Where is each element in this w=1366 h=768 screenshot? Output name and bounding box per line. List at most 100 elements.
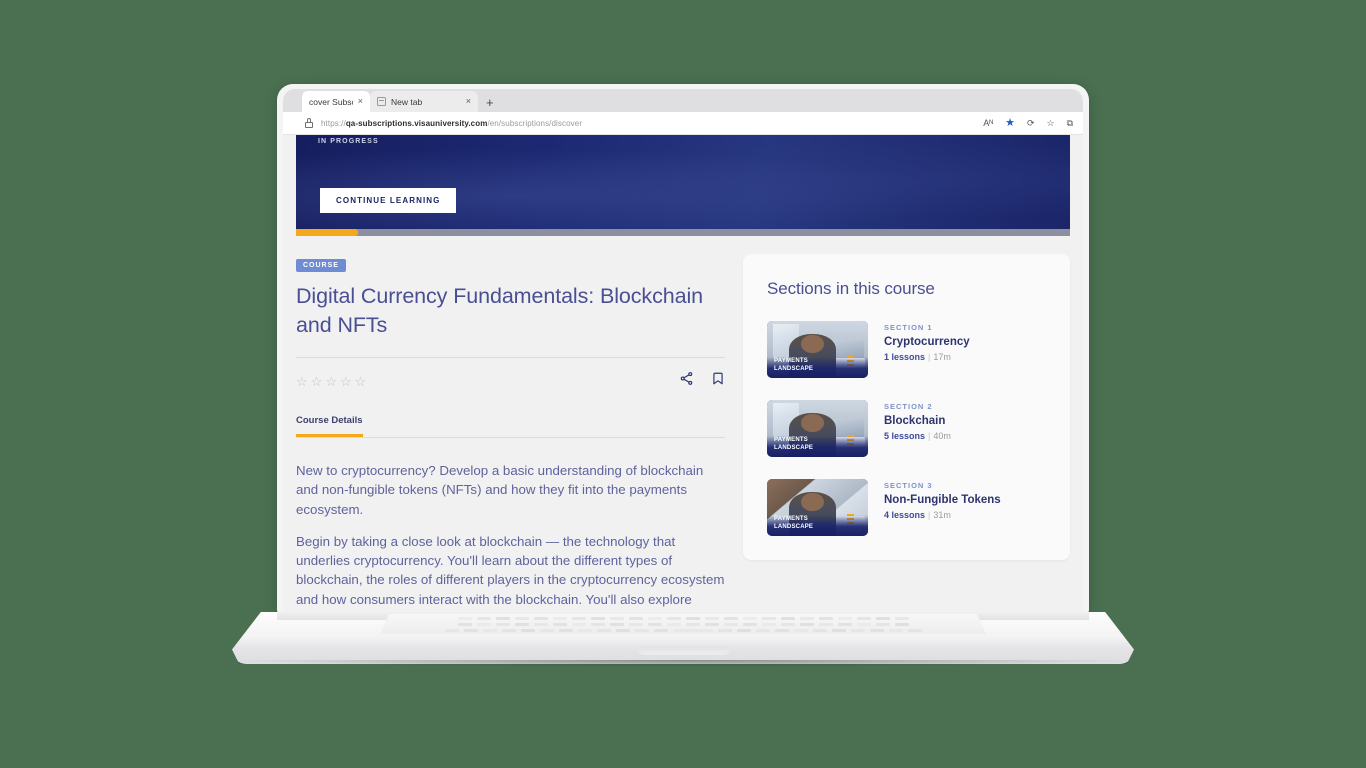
rating-star-1[interactable]: ☆ (296, 375, 308, 388)
course-action-icons (679, 371, 725, 391)
browser-toolbar-icons: Aᴺ ★ ⟳ ☆ ⧉ (983, 117, 1073, 129)
section-number-label: SECTION 1 (884, 323, 933, 332)
url-path: /en/subscriptions/discover (487, 118, 583, 128)
page-content: IN PROGRESS CONTINUE LEARNING COURSE Dig… (283, 135, 1083, 614)
keyboard-key (894, 623, 909, 626)
read-aloud-icon[interactable]: Aᴺ (983, 118, 993, 128)
page-icon (377, 97, 386, 106)
section-number-label: SECTION 3 (884, 481, 933, 490)
keyboard-key (577, 629, 592, 632)
section-list-item[interactable]: PAYMENTS LANDSCAPE SECTION 2 Blockchain 5 le… (767, 400, 1046, 457)
section-thumbnail: PAYMENTS LANDSCAPE (767, 479, 868, 536)
new-tab-button[interactable]: + (486, 96, 494, 112)
section-stat-separator: | (928, 352, 931, 362)
sections-card: Sections in this course PAYMENTS LANDSCAP… (743, 254, 1070, 560)
keyboard-key (457, 623, 472, 626)
keyboard-key (761, 623, 776, 626)
keyboard-key (457, 617, 472, 620)
rating-stars[interactable]: ☆ ☆ ☆ ☆ ☆ (296, 375, 366, 388)
keyboard-key (793, 629, 808, 632)
keyboard-key (609, 617, 624, 620)
bookmark-icon[interactable] (711, 371, 725, 391)
refresh-icon[interactable]: ⟳ (1027, 118, 1035, 128)
url-text[interactable]: https://qa-subscriptions.visauniversity.… (321, 119, 973, 128)
keyboard-key (685, 623, 700, 626)
hero-status-label: IN PROGRESS (318, 138, 379, 145)
keyboard-key (850, 629, 865, 632)
laptop-front-notch (638, 646, 730, 655)
browser-window: cover Subscri × New tab × + https://qa-s… (283, 89, 1083, 614)
keyboard-key (875, 617, 890, 620)
rating-star-5[interactable]: ☆ (355, 375, 367, 388)
section-duration: 31m (933, 510, 951, 520)
keyboard-key (837, 623, 852, 626)
laptop-lid: cover Subscri × New tab × + https://qa-s… (277, 84, 1089, 614)
keyboard-key (736, 629, 751, 632)
rating-star-3[interactable]: ☆ (325, 375, 337, 388)
section-title: Blockchain (884, 415, 946, 427)
thumbnail-label: PAYMENTS LANDSCAPE (774, 516, 814, 530)
main-columns: COURSE Digital Currency Fundamentals: Bl… (283, 236, 1083, 614)
keyboard-key (444, 629, 459, 632)
hero-banner: IN PROGRESS CONTINUE LEARNING (296, 135, 1070, 236)
keyboard-key (520, 629, 535, 632)
keyboard-key (596, 629, 611, 632)
keyboard-key (533, 617, 548, 620)
course-meta-row: ☆ ☆ ☆ ☆ ☆ (296, 357, 725, 391)
rating-star-4[interactable]: ☆ (340, 375, 352, 388)
keyboard-key (533, 623, 548, 626)
section-info: SECTION 2 Blockchain 5 lessons | 40m (884, 400, 951, 441)
browser-tab-active[interactable]: cover Subscri × (302, 91, 370, 112)
keyboard-key (653, 629, 668, 632)
section-lesson-count: 5 lessons (884, 431, 926, 441)
share-icon[interactable] (679, 371, 694, 391)
keyboard-key (799, 623, 814, 626)
continue-learning-button[interactable]: CONTINUE LEARNING (320, 188, 457, 213)
add-favorite-icon[interactable]: ☆ (1046, 118, 1054, 128)
keyboard-key (856, 623, 871, 626)
favorite-filled-icon[interactable]: ★ (1005, 117, 1015, 129)
keyboard-key (514, 617, 529, 620)
keyboard-key (723, 623, 738, 626)
keyboard-key (717, 629, 732, 632)
laptop-ground-shadow (238, 660, 1128, 667)
close-icon[interactable]: × (358, 97, 363, 106)
section-duration: 40m (933, 431, 951, 441)
section-number-label: SECTION 2 (884, 402, 933, 411)
keyboard-key (647, 623, 662, 626)
browser-tab-title: cover Subscri (309, 96, 353, 107)
thumbnail-label: PAYMENTS LANDSCAPE (774, 358, 814, 372)
section-lesson-count: 1 lessons (884, 352, 926, 362)
url-domain: qa-subscriptions.visauniversity.com (345, 118, 488, 128)
section-thumbnail: PAYMENTS LANDSCAPE (767, 321, 868, 378)
keyboard-key (666, 617, 681, 620)
keyboard-key (818, 617, 833, 620)
keyboard-key (501, 629, 516, 632)
section-list-item[interactable]: PAYMENTS LANDSCAPE SECTION 1 Cryptocurrency… (767, 321, 1046, 378)
tab-course-details[interactable]: Course Details (296, 415, 363, 438)
section-stat-separator: | (928, 510, 931, 520)
browser-tab-new-tab[interactable]: New tab × (370, 91, 478, 112)
keyboard-key (875, 623, 890, 626)
keyboard-key (609, 623, 624, 626)
collections-icon[interactable]: ⧉ (1067, 118, 1073, 128)
section-list-item[interactable]: PAYMENTS LANDSCAPE SECTION 3 Non-Fungible T… (767, 479, 1046, 536)
section-thumbnail: PAYMENTS LANDSCAPE (767, 400, 868, 457)
rating-star-2[interactable]: ☆ (311, 375, 323, 388)
close-icon[interactable]: × (466, 97, 471, 106)
keyboard-key (463, 629, 478, 632)
keyboard-key (761, 617, 776, 620)
section-info: SECTION 1 Cryptocurrency 1 lessons | 17m (884, 321, 970, 362)
section-title: Cryptocurrency (884, 336, 970, 348)
keyboard-key (755, 629, 770, 632)
keyboard-key (628, 623, 643, 626)
sections-heading: Sections in this course (767, 279, 935, 298)
section-stats: 5 lessons | 40m (884, 431, 951, 441)
browser-tab-title: New tab (391, 96, 423, 107)
section-duration: 17m (933, 352, 951, 362)
keyboard-key (647, 617, 662, 620)
keyboard-key (774, 629, 789, 632)
keyboard-key (869, 629, 884, 632)
sections-column: Sections in this course PAYMENTS LANDSCAP… (743, 254, 1070, 614)
section-info: SECTION 3 Non-Fungible Tokens 4 lessons | 31… (884, 479, 1001, 520)
